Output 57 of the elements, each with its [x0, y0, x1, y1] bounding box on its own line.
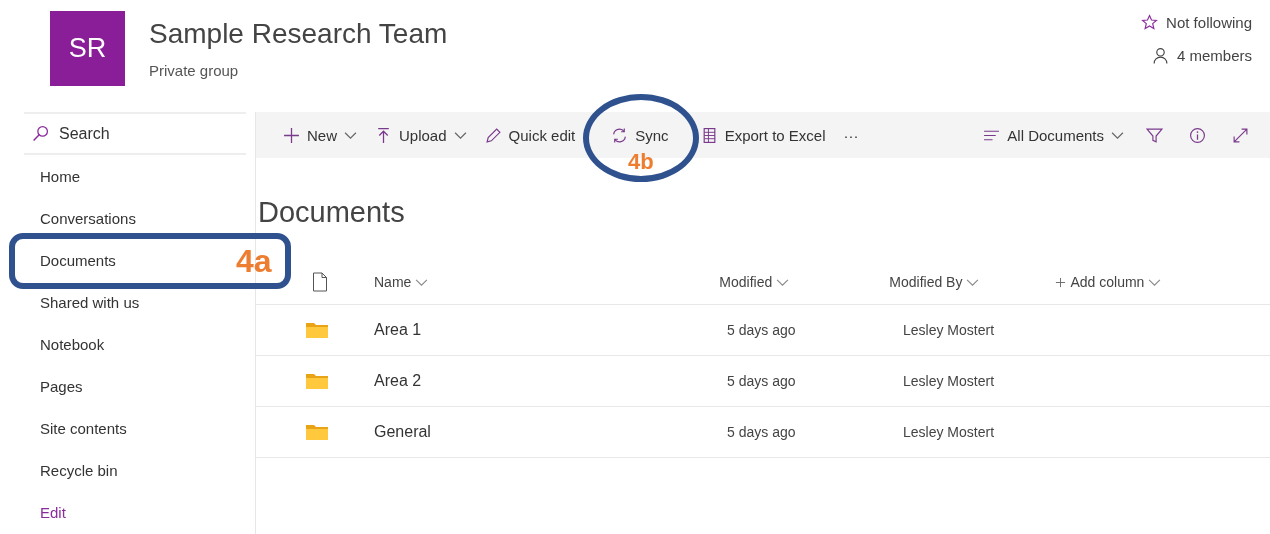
caret-icon [966, 277, 980, 287]
site-logo[interactable]: SR [50, 11, 125, 86]
nav-link[interactable]: Site contents [40, 408, 127, 450]
table-cell-text: 5 days ago [727, 373, 797, 389]
info-icon [1189, 126, 1206, 144]
caret-icon [1111, 130, 1124, 140]
table-cell-text: 5 days ago [727, 322, 797, 338]
caret-icon [415, 277, 429, 287]
search-icon [32, 125, 49, 142]
table-cell-text: Lesley Mostert [903, 373, 996, 389]
plus-icon [1055, 276, 1067, 288]
callout-label: 4b [628, 151, 654, 173]
nav-link[interactable]: Recycle bin [40, 450, 118, 492]
person-icon [1151, 47, 1169, 64]
callout-label: 4a [236, 245, 272, 277]
plus-icon [283, 126, 300, 144]
column-header[interactable]: Modified [719, 274, 790, 290]
folder-icon [306, 373, 328, 389]
toolbar-button[interactable]: Quick edit [475, 112, 585, 158]
follow-button[interactable]: Not following [1141, 14, 1252, 31]
toolbar-button[interactable]: New [274, 112, 366, 158]
pencil-icon [484, 126, 502, 144]
caret-icon [776, 277, 790, 287]
toolbar-button[interactable]: Export to Excel [691, 112, 835, 158]
file-name[interactable]: Area 1 [374, 321, 727, 339]
file-name[interactable]: Area 2 [374, 372, 727, 390]
column-header[interactable]: Name [374, 274, 429, 290]
nav-link[interactable]: Home [40, 156, 80, 198]
toolbar-button[interactable]: ··· [834, 112, 868, 158]
view-selector[interactable]: All Documents [974, 112, 1133, 158]
folder-icon [306, 322, 328, 338]
nav-link[interactable]: Shared with us [40, 282, 140, 324]
file-type-icon [312, 272, 328, 292]
table-cell-text: Lesley Mostert [903, 322, 996, 338]
caret-icon [1148, 277, 1162, 287]
filter-icon [1146, 126, 1163, 144]
column-header[interactable]: Add column [1055, 274, 1162, 290]
nav-link[interactable]: Documents [40, 240, 116, 282]
toolbar-button[interactable]: Upload [366, 112, 476, 158]
library-title: Documents [258, 196, 406, 230]
site-subtitle: Private group [149, 62, 240, 79]
expand-icon [1232, 126, 1249, 144]
nav-link[interactable]: Pages [40, 366, 83, 408]
nav-link[interactable]: Notebook [40, 324, 105, 366]
table-cell-text: Lesley Mostert [903, 424, 996, 440]
sync-icon [611, 126, 629, 144]
nav-link[interactable]: Conversations [40, 198, 136, 240]
nav-link[interactable]: Edit [40, 492, 66, 534]
members-button[interactable]: 4 members [1151, 47, 1252, 64]
column-header[interactable]: Modified By [889, 274, 980, 290]
search-input[interactable]: Search [57, 123, 221, 144]
file-name[interactable]: General [374, 423, 727, 441]
star-icon [1141, 14, 1159, 31]
table-cell-text: 5 days ago [727, 424, 797, 440]
site-title: Sample Research Team [149, 18, 448, 50]
folder-icon [306, 424, 328, 440]
upload-icon [375, 126, 392, 144]
